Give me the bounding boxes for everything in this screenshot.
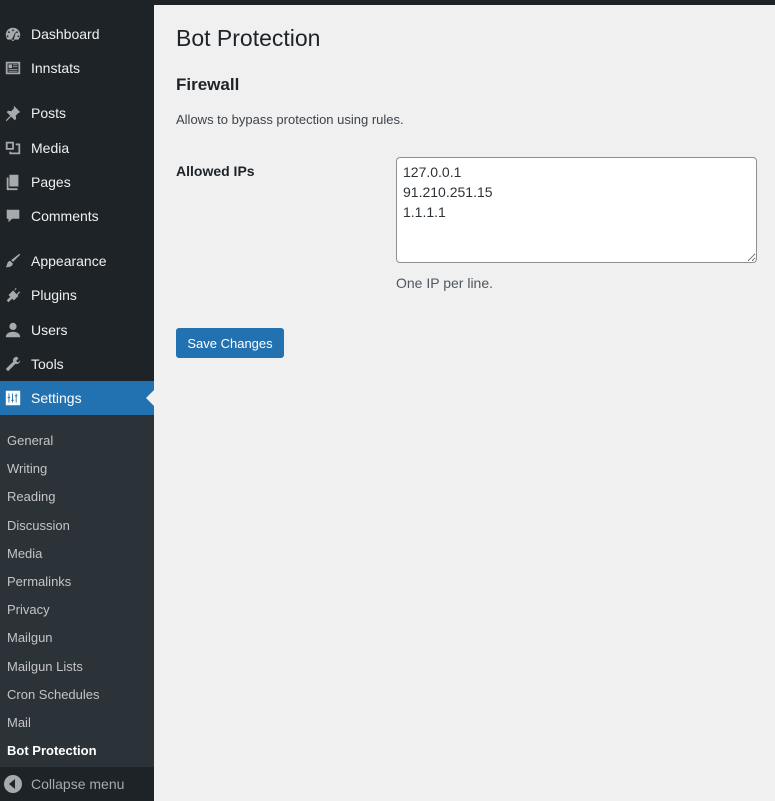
sidebar-item-tools[interactable]: Tools bbox=[0, 347, 154, 381]
submenu-item-permalinks[interactable]: Permalinks bbox=[7, 574, 71, 589]
comment-icon bbox=[4, 207, 22, 225]
pages-icon bbox=[4, 173, 22, 191]
allowed-ips-textarea[interactable]: 127.0.0.1 91.210.251.15 1.1.1.1 bbox=[396, 157, 757, 263]
submenu-item-general[interactable]: General bbox=[7, 433, 53, 448]
media-icon bbox=[4, 139, 22, 157]
allowed-ips-hint: One IP per line. bbox=[396, 275, 494, 291]
sidebar-item-label: Pages bbox=[31, 174, 71, 190]
sidebar-item-media[interactable]: Media bbox=[0, 131, 154, 165]
sidebar-item-innstats[interactable]: Innstats bbox=[0, 51, 154, 85]
section-title: Firewall bbox=[176, 75, 240, 94]
sidebar-item-label: Tools bbox=[31, 356, 64, 372]
sidebar-item-label: Appearance bbox=[31, 253, 107, 269]
section-description: Allows to bypass protection using rules. bbox=[176, 112, 404, 127]
submenu-item-writing[interactable]: Writing bbox=[7, 461, 47, 476]
sidebar-item-appearance[interactable]: Appearance bbox=[0, 244, 154, 278]
submenu-item-cron-schedules[interactable]: Cron Schedules bbox=[7, 687, 100, 702]
submenu-item-mailgun-lists[interactable]: Mailgun Lists bbox=[7, 659, 83, 674]
active-indicator-arrow bbox=[146, 390, 154, 406]
brush-icon bbox=[4, 252, 22, 270]
page-title: Bot Protection bbox=[176, 25, 321, 51]
sidebar-item-label: Innstats bbox=[31, 60, 81, 76]
submenu-item-bot-protection[interactable]: Bot Protection bbox=[7, 743, 97, 758]
sidebar-item-label: Plugins bbox=[31, 287, 77, 303]
submenu-item-privacy[interactable]: Privacy bbox=[7, 602, 50, 617]
user-icon bbox=[4, 321, 22, 339]
submenu-item-discussion[interactable]: Discussion bbox=[7, 518, 70, 533]
wrench-icon bbox=[4, 355, 22, 373]
sidebar-item-label: Comments bbox=[31, 208, 99, 224]
sidebar-item-label: Posts bbox=[31, 105, 67, 121]
collapse-menu-label: Collapse menu bbox=[31, 776, 125, 792]
settings-submenu: General Writing Reading Discussion Media… bbox=[0, 415, 154, 767]
sidebar-item-label: Media bbox=[31, 140, 70, 156]
submenu-item-mail[interactable]: Mail bbox=[7, 715, 31, 730]
sidebar-item-posts[interactable]: Posts bbox=[0, 96, 154, 130]
admin-sidebar: Dashboard Innstats Posts Media Pages Com… bbox=[0, 5, 154, 801]
settings-icon bbox=[4, 389, 22, 407]
plugin-icon bbox=[4, 286, 22, 304]
save-changes-button[interactable]: Save Changes bbox=[176, 328, 284, 358]
submenu-item-reading[interactable]: Reading bbox=[7, 489, 55, 504]
sidebar-item-pages[interactable]: Pages bbox=[0, 165, 154, 199]
pin-icon bbox=[4, 104, 22, 122]
collapse-menu-button[interactable]: Collapse menu bbox=[0, 767, 154, 801]
main-content: Bot Protection Firewall Allows to bypass… bbox=[154, 5, 775, 801]
sidebar-item-comments[interactable]: Comments bbox=[0, 199, 154, 233]
collapse-arrow-icon bbox=[4, 775, 22, 793]
sidebar-item-label: Settings bbox=[31, 390, 82, 406]
sidebar-item-dashboard[interactable]: Dashboard bbox=[0, 17, 154, 51]
sidebar-item-settings[interactable]: Settings bbox=[0, 381, 154, 415]
innstats-icon bbox=[4, 59, 22, 77]
allowed-ips-label: Allowed IPs bbox=[176, 163, 255, 179]
sidebar-item-label: Dashboard bbox=[31, 26, 100, 42]
submenu-item-mailgun[interactable]: Mailgun bbox=[7, 630, 53, 645]
sidebar-item-users[interactable]: Users bbox=[0, 313, 154, 347]
sidebar-item-label: Users bbox=[31, 322, 68, 338]
submenu-item-media[interactable]: Media bbox=[7, 546, 42, 561]
dashboard-icon bbox=[4, 25, 22, 43]
sidebar-item-plugins[interactable]: Plugins bbox=[0, 278, 154, 312]
